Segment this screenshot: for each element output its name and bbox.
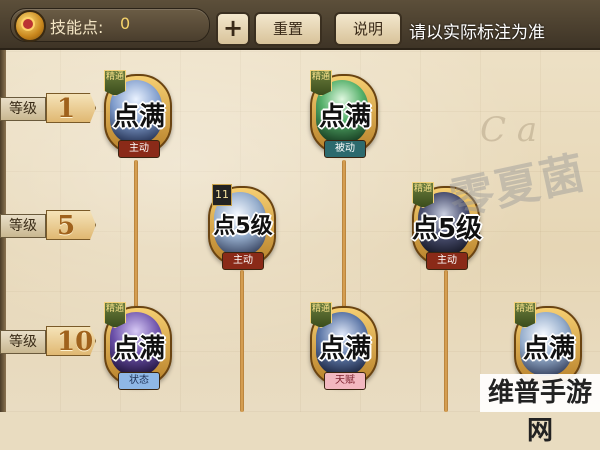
skill-type-label: 主动 (426, 252, 468, 270)
skill-points-value: 0 (120, 14, 131, 33)
skill-points-label: 技能点: (50, 18, 104, 37)
skill-node[interactable]: 精通 天赋 点满 (310, 302, 380, 396)
level-tag: 等级 (0, 330, 46, 354)
skill-connector (240, 270, 244, 412)
mastery-badge: 精通 (310, 70, 332, 96)
mastery-badge: 精通 (514, 302, 536, 328)
skill-connector (444, 270, 448, 412)
watermark-corner: 维普手游网 (480, 374, 600, 446)
top-bar: 技能点: 0 + 重置 说明 请以实际标注为准 (0, 0, 600, 50)
skill-type-label: 主动 (118, 140, 160, 158)
mastery-badge: 精通 (310, 302, 332, 328)
skill-node[interactable]: 精通 状态 点满 (104, 302, 174, 396)
skill-node[interactable]: 11 主动 点5级 (208, 184, 278, 276)
skill-connector (342, 160, 346, 310)
level-ribbon-1: 等级 1 (0, 93, 100, 123)
level-number: 10 (46, 326, 96, 356)
skill-upgrade-note: 点满 (318, 334, 371, 364)
map-decoration: C a (480, 110, 538, 150)
skill-type-label: 天赋 (324, 372, 366, 390)
mastery-badge: 精通 (104, 302, 126, 328)
skill-type-label: 主动 (222, 252, 264, 270)
explain-button[interactable]: 说明 (334, 12, 402, 46)
level-ribbon-10: 等级 10 (0, 326, 100, 356)
mastery-badge: 精通 (104, 70, 126, 96)
level-tag: 等级 (0, 97, 46, 121)
skill-upgrade-note: 点满 (112, 102, 165, 132)
skill-type-label: 被动 (324, 140, 366, 158)
reset-button[interactable]: 重置 (254, 12, 322, 46)
skill-type-label: 状态 (118, 372, 160, 390)
skill-upgrade-note: 点满 (318, 102, 371, 132)
level-number: 5 (46, 210, 96, 240)
skill-points-icon (14, 10, 46, 42)
skill-node[interactable]: 精通 被动 点满 (310, 70, 380, 164)
level-tag: 等级 (0, 214, 46, 238)
skill-node[interactable]: 精通 主动 点满 (104, 70, 174, 164)
level-number: 1 (46, 93, 96, 123)
skill-connector (134, 160, 138, 320)
add-skill-points-button[interactable]: + (216, 12, 250, 46)
skill-upgrade-note: 点5级 (213, 214, 273, 239)
level-ribbon-5: 等级 5 (0, 210, 100, 240)
skill-upgrade-note: 点满 (522, 334, 575, 364)
disclaimer-note: 请以实际标注为准 (409, 23, 545, 43)
mastery-badge: 精通 (412, 182, 434, 208)
skill-upgrade-note: 点满 (112, 334, 165, 364)
skill-level-badge: 11 (212, 184, 232, 206)
